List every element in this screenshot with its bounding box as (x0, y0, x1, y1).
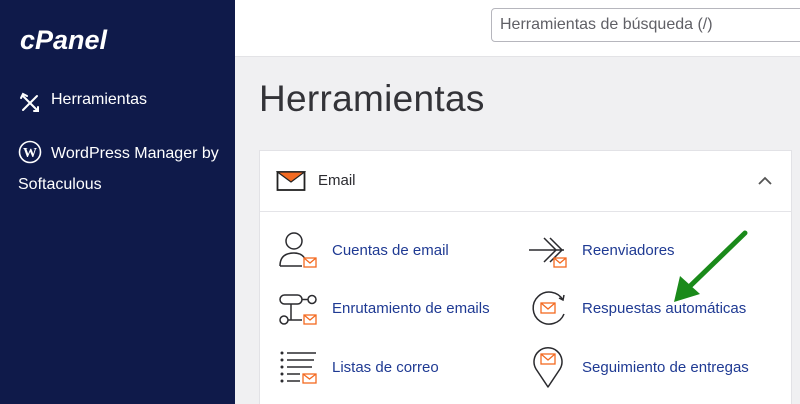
track-delivery-icon (533, 347, 563, 388)
sidebar-item-wordpress-manager[interactable]: W WordPress Manager by Softaculous (18, 138, 223, 200)
autoresponders-icon (532, 291, 565, 325)
email-accounts-icon (279, 232, 317, 268)
email-section-header[interactable]: Email (260, 151, 791, 212)
sidebar-item-label: Herramientas (51, 91, 148, 108)
wordpress-icon: W (18, 140, 42, 164)
tool-track-delivery[interactable]: Seguimiento de entregas (526, 345, 749, 389)
chevron-up-icon[interactable] (757, 173, 773, 189)
svg-text:cPanel: cPanel (20, 25, 108, 55)
cpanel-logo[interactable]: cPanel (18, 22, 148, 58)
section-title: Email (318, 172, 356, 189)
top-bar (235, 0, 800, 57)
tool-label: Cuentas de email (332, 241, 449, 259)
tools-icon (20, 92, 39, 112)
envelope-icon (276, 171, 306, 191)
tool-email-accounts[interactable]: Cuentas de email (276, 228, 449, 272)
page-title: Herramientas (259, 78, 485, 119)
sidebar-item-herramientas[interactable]: Herramientas (18, 91, 147, 115)
tool-mailing-lists[interactable]: Listas de correo (276, 345, 439, 389)
sidebar-item-label: W WordPress Manager by Softaculous (18, 138, 223, 200)
tool-label: Enrutamiento de emails (332, 299, 490, 317)
search-input[interactable] (491, 8, 800, 42)
tool-autoresponders[interactable]: Respuestas automáticas (526, 286, 746, 330)
mailing-lists-icon (280, 351, 317, 384)
tool-label: Listas de correo (332, 358, 439, 376)
forwarders-icon (529, 237, 567, 268)
tool-forwarders[interactable]: Reenviadores (526, 228, 675, 272)
tool-label: Reenviadores (582, 241, 675, 259)
tool-label: Seguimiento de entregas (582, 358, 749, 376)
tool-email-routing[interactable]: Enrutamiento de emails (276, 286, 490, 330)
tool-label: Respuestas automáticas (582, 299, 747, 317)
email-routing-icon (279, 294, 317, 325)
svg-text:W: W (23, 146, 37, 161)
sidebar: cPanel Herramientas W WordPress Manager … (0, 0, 235, 404)
